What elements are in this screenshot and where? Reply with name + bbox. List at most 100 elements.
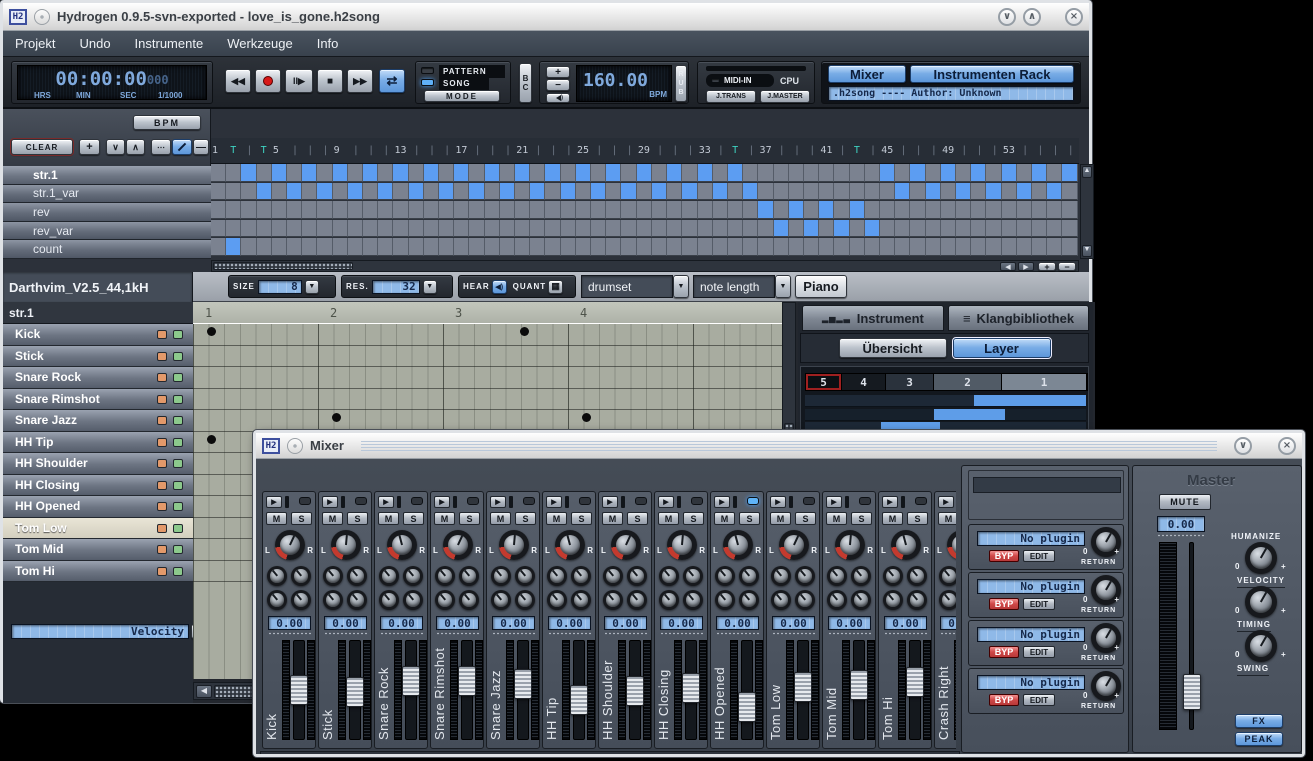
song-grid-cell[interactable]	[515, 164, 530, 182]
song-grid-cell[interactable]	[317, 238, 332, 256]
strip-solo-button[interactable]: S	[291, 512, 312, 525]
instrument-row[interactable]: Kick	[3, 324, 193, 346]
song-grid-cell[interactable]	[956, 238, 971, 256]
move-pattern-up-button[interactable]: ∧	[126, 139, 145, 155]
song-grid-cell[interactable]	[576, 183, 591, 201]
song-grid-cell[interactable]	[652, 220, 667, 238]
fx-bypass-button[interactable]: BYP	[989, 550, 1019, 562]
knob[interactable]	[1245, 542, 1277, 574]
fx-bypass-button[interactable]: BYP	[989, 598, 1019, 610]
song-grid-cell[interactable]	[333, 164, 348, 182]
fx1-send-knob[interactable]	[379, 566, 399, 591]
jmaster-button[interactable]: J.MASTER	[760, 90, 810, 103]
knob[interactable]	[435, 590, 455, 610]
layer-row[interactable]	[805, 395, 1086, 407]
strip-play-button[interactable]: ▶	[658, 496, 674, 508]
instrument-row[interactable]: HH Shoulder	[3, 453, 193, 475]
strip-solo-button[interactable]: S	[907, 512, 928, 525]
timeline-mark[interactable]: |	[414, 145, 420, 156]
instrument-mute-led[interactable]	[157, 373, 167, 382]
minimize-icon[interactable]: ∨	[1234, 437, 1252, 455]
knob[interactable]	[795, 590, 815, 610]
strip-level-lcd[interactable]: 0.00	[660, 616, 703, 630]
strip-play-button[interactable]: ▶	[322, 496, 338, 508]
song-grid-cell[interactable]	[698, 201, 713, 219]
strip-level-lcd[interactable]: 0.00	[380, 616, 423, 630]
song-grid-cell[interactable]	[789, 220, 804, 238]
pattern-grid-row[interactable]	[193, 410, 782, 432]
song-grid-cell[interactable]	[591, 164, 606, 182]
knob[interactable]	[571, 566, 591, 586]
song-grid-cell[interactable]	[910, 238, 925, 256]
loop-button[interactable]: ⇄	[379, 69, 405, 93]
note-dot[interactable]	[207, 327, 216, 336]
song-grid-cell[interactable]	[971, 201, 986, 219]
pan-knob[interactable]	[443, 530, 473, 565]
fx2-send-knob[interactable]	[403, 566, 423, 591]
strip-mute-button[interactable]: M	[434, 512, 455, 525]
song-grid-cell[interactable]	[1002, 183, 1017, 201]
fx4-send-knob[interactable]	[795, 590, 815, 615]
fx-plugin-name-lcd[interactable]: No plugin	[977, 531, 1085, 546]
fx-return-knob[interactable]	[1091, 575, 1121, 610]
song-grid-cell[interactable]	[530, 164, 545, 182]
pan-knob[interactable]	[723, 530, 753, 565]
song-grid-cell[interactable]	[485, 183, 500, 201]
timeline-mark[interactable]: |	[992, 145, 998, 156]
song-grid-cell[interactable]	[515, 238, 530, 256]
fx4-send-knob[interactable]	[907, 590, 927, 615]
song-grid-cell[interactable]	[621, 164, 636, 182]
pattern-grid-row[interactable]	[193, 324, 782, 346]
song-grid-cell[interactable]	[393, 238, 408, 256]
strip-level-lcd[interactable]: 0.00	[268, 616, 311, 630]
song-grid-cell[interactable]	[910, 220, 925, 238]
song-grid-cell[interactable]	[971, 183, 986, 201]
song-grid-cell[interactable]	[956, 220, 971, 238]
song-grid-cell[interactable]	[834, 183, 849, 201]
song-grid-cell[interactable]	[545, 201, 560, 219]
strip-solo-button[interactable]: S	[795, 512, 816, 525]
timeline-mark[interactable]: |	[566, 145, 572, 156]
song-grid-cell[interactable]	[743, 220, 758, 238]
song-grid-cell[interactable]	[454, 220, 469, 238]
song-grid-cell[interactable]	[378, 183, 393, 201]
timeline-mark[interactable]: |	[490, 145, 496, 156]
fx-return-knob[interactable]	[1091, 527, 1121, 562]
scroll-left-icon[interactable]: ◀	[1000, 262, 1016, 271]
strip-fader-handle[interactable]	[738, 692, 756, 722]
song-grid-cell[interactable]	[850, 183, 865, 201]
fx2-send-knob[interactable]	[683, 566, 703, 591]
song-grid-cell[interactable]	[1002, 220, 1017, 238]
fx1-send-knob[interactable]	[883, 566, 903, 591]
strip-mute-button[interactable]: M	[602, 512, 623, 525]
song-grid-cell[interactable]	[621, 220, 636, 238]
song-grid-cell[interactable]	[226, 201, 241, 219]
humanize-velocity-knob[interactable]	[1245, 542, 1277, 579]
song-grid-cell[interactable]	[698, 164, 713, 182]
timeline-mark[interactable]: |	[444, 145, 450, 156]
song-grid-cell[interactable]	[743, 201, 758, 219]
layer-bar[interactable]	[934, 409, 1004, 420]
song-grid-cell[interactable]	[1062, 220, 1077, 238]
song-grid-cell[interactable]	[485, 201, 500, 219]
knob[interactable]	[323, 566, 343, 586]
knob[interactable]	[547, 590, 567, 610]
fx4-send-knob[interactable]	[291, 590, 311, 615]
strip-mute-button[interactable]: M	[826, 512, 847, 525]
knob[interactable]	[939, 590, 956, 610]
song-grid-cell[interactable]	[591, 238, 606, 256]
song-grid-cell[interactable]	[287, 238, 302, 256]
song-grid-cell[interactable]	[302, 183, 317, 201]
pan-knob[interactable]	[891, 530, 921, 565]
fx-edit-button[interactable]: EDIT	[1023, 694, 1055, 706]
song-grid-cell[interactable]	[1032, 164, 1047, 182]
song-grid-cell[interactable]	[621, 238, 636, 256]
song-grid-cell[interactable]	[393, 220, 408, 238]
knob[interactable]	[603, 590, 623, 610]
song-grid-cell[interactable]	[667, 201, 682, 219]
move-pattern-down-button[interactable]: ∨	[106, 139, 125, 155]
song-grid-cell[interactable]	[1002, 164, 1017, 182]
knob[interactable]	[267, 566, 287, 586]
timeline-mark[interactable]: |	[475, 145, 481, 156]
timeline-mark[interactable]: T	[854, 145, 860, 156]
